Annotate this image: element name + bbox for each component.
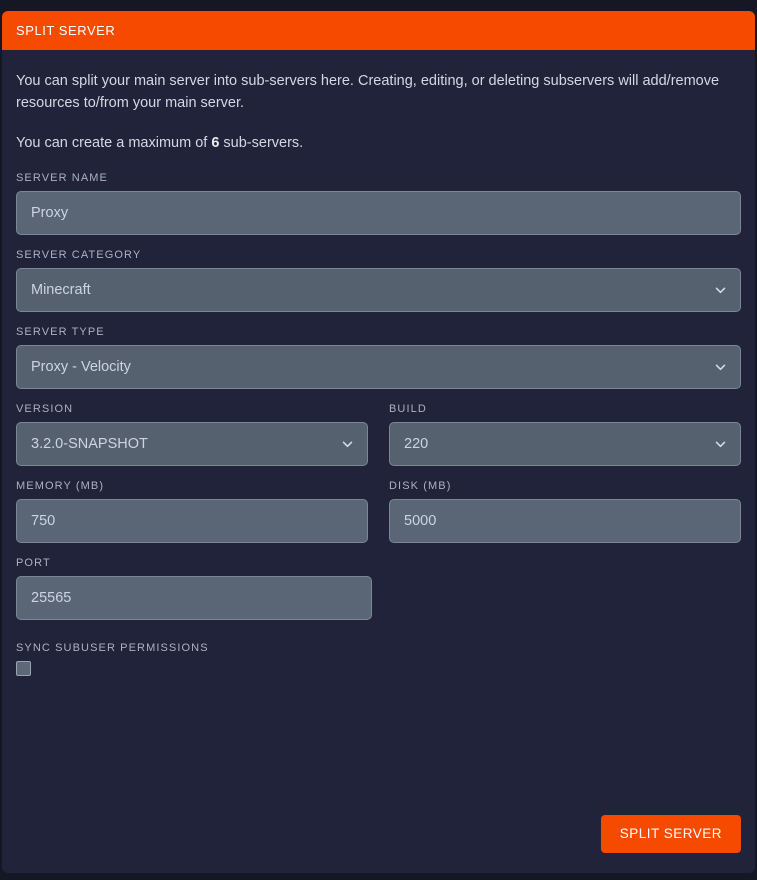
intro-paragraph-1: You can split your main server into sub-…	[16, 73, 720, 111]
chevron-down-icon	[714, 284, 727, 297]
field-server-type: SERVER TYPE Proxy - Velocity	[16, 326, 741, 389]
server-name-input[interactable]: Proxy	[16, 191, 741, 235]
row-memory-disk: MEMORY (MB) 750 DISK (MB) 5000	[16, 480, 741, 543]
label-disk: DISK (MB)	[389, 480, 452, 492]
label-memory: MEMORY (MB)	[16, 480, 105, 492]
intro-paragraph-2-prefix: You can create a maximum of	[16, 135, 212, 151]
field-server-category: SERVER CATEGORY Minecraft	[16, 249, 741, 312]
label-server-type: SERVER TYPE	[16, 326, 105, 338]
field-sync-subuser-permissions: SYNC SUBUSER PERMISSIONS	[16, 642, 741, 676]
build-value: 220	[404, 436, 429, 452]
label-server-name: SERVER NAME	[16, 172, 108, 184]
version-value: 3.2.0-SNAPSHOT	[31, 436, 148, 452]
disk-input[interactable]: 5000	[389, 499, 741, 543]
field-memory: MEMORY (MB) 750	[16, 480, 368, 543]
intro-paragraph-2: You can create a maximum of 6 sub-server…	[16, 132, 732, 154]
split-server-card: SPLIT SERVER You can split your main ser…	[2, 11, 755, 873]
card-footer: SPLIT SERVER	[2, 794, 755, 873]
port-value: 25565	[31, 590, 72, 606]
sync-subuser-permissions-checkbox[interactable]	[16, 661, 31, 676]
card-header: SPLIT SERVER	[2, 11, 755, 50]
server-category-value: Minecraft	[31, 282, 91, 298]
row-version-build: VERSION 3.2.0-SNAPSHOT BUILD 220	[16, 403, 741, 466]
label-server-category: SERVER CATEGORY	[16, 249, 142, 261]
build-select[interactable]: 220	[389, 422, 741, 466]
row-port: PORT 25565	[16, 557, 741, 620]
field-disk: DISK (MB) 5000	[389, 480, 741, 543]
chevron-down-icon	[714, 361, 727, 374]
label-version: VERSION	[16, 403, 74, 415]
memory-input[interactable]: 750	[16, 499, 368, 543]
port-input[interactable]: 25565	[16, 576, 372, 620]
server-name-value: Proxy	[31, 205, 69, 221]
server-type-value: Proxy - Velocity	[31, 359, 131, 375]
disk-value: 5000	[404, 513, 437, 529]
chevron-down-icon	[714, 438, 727, 451]
label-port: PORT	[16, 557, 51, 569]
intro-paragraph-2-suffix: sub-servers.	[219, 135, 304, 151]
card-body: You can split your main server into sub-…	[2, 50, 755, 676]
field-version: VERSION 3.2.0-SNAPSHOT	[16, 403, 368, 466]
field-server-name: SERVER NAME Proxy	[16, 172, 741, 235]
server-type-select[interactable]: Proxy - Velocity	[16, 345, 741, 389]
field-port: PORT 25565	[16, 557, 372, 620]
label-build: BUILD	[389, 403, 427, 415]
page-title: SPLIT SERVER	[16, 23, 116, 38]
chevron-down-icon	[341, 438, 354, 451]
server-category-select[interactable]: Minecraft	[16, 268, 741, 312]
label-sync-subuser-permissions: SYNC SUBUSER PERMISSIONS	[16, 642, 209, 654]
split-server-button[interactable]: SPLIT SERVER	[600, 814, 741, 853]
version-select[interactable]: 3.2.0-SNAPSHOT	[16, 422, 368, 466]
field-build: BUILD 220	[389, 403, 741, 466]
memory-value: 750	[31, 513, 56, 529]
